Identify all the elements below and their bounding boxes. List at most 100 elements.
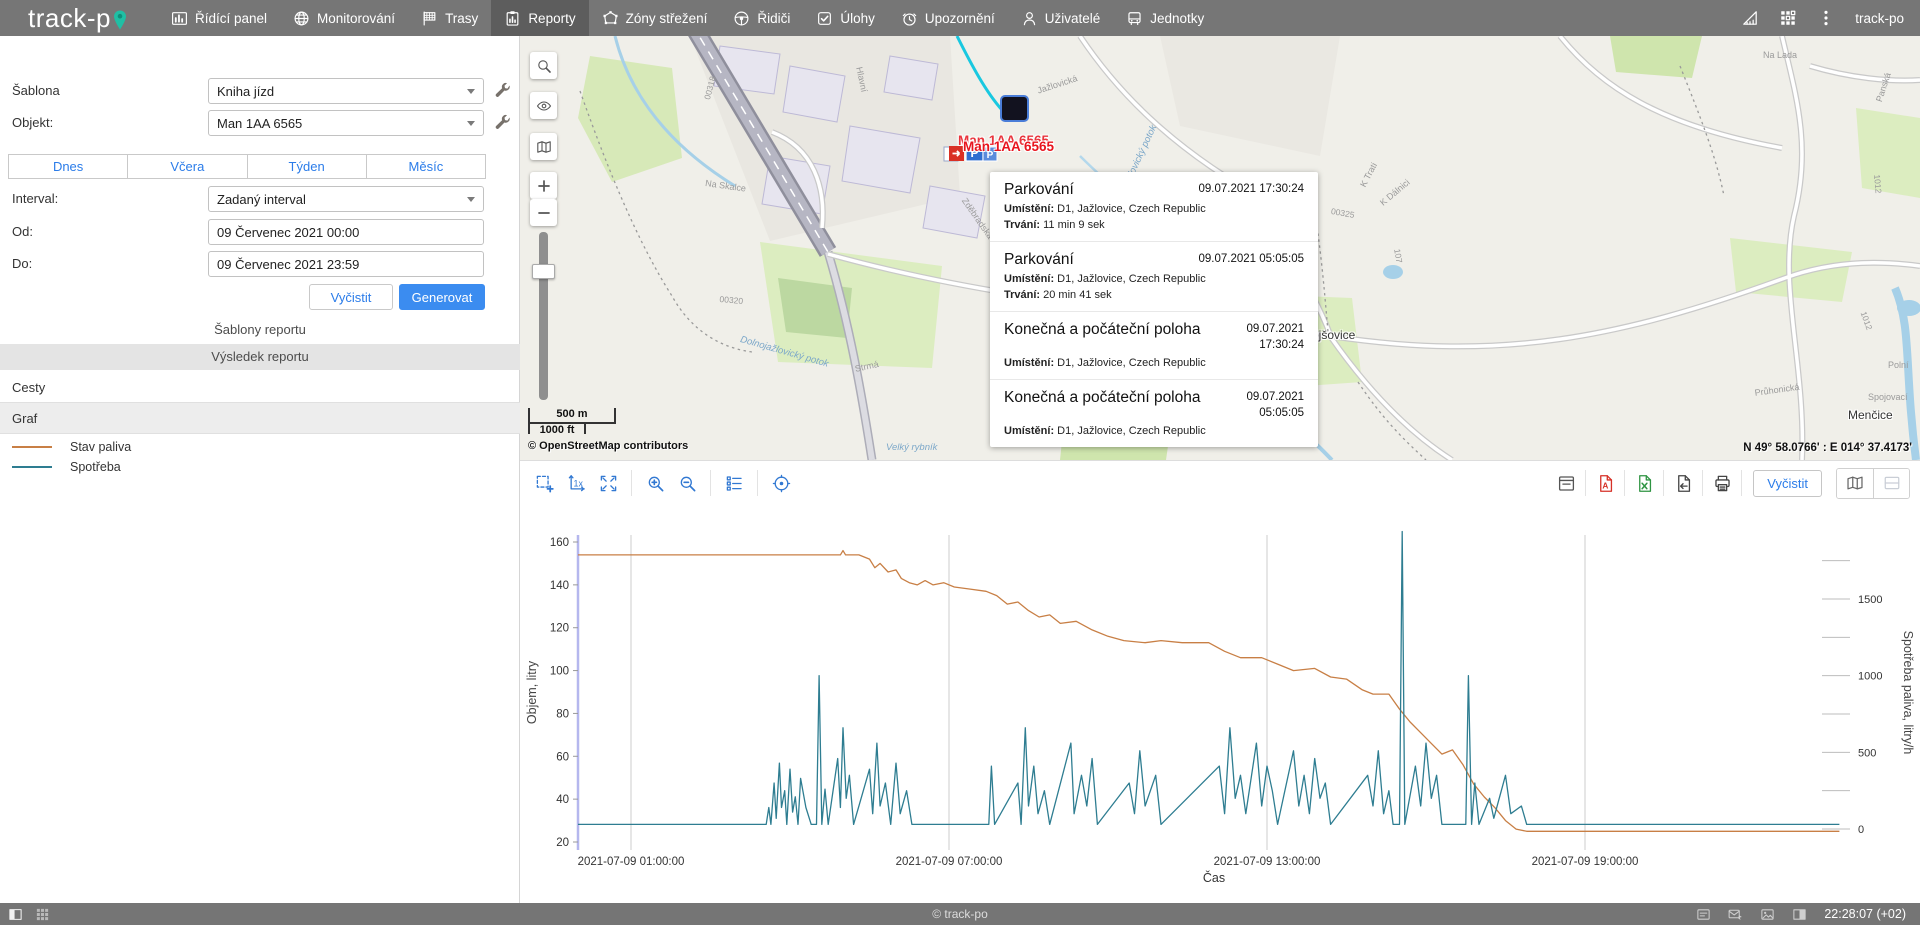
menu-item-label: Řidiči bbox=[757, 11, 790, 26]
export-tool-doc-export[interactable] bbox=[1669, 469, 1697, 497]
menu-item-label: Monitorování bbox=[317, 11, 395, 26]
menu-item-dashboard[interactable]: Řídící panel bbox=[158, 0, 280, 36]
legend-item-fuel-level[interactable]: Stav paliva bbox=[12, 440, 131, 454]
osm-attribution[interactable]: © OpenStreetMap contributors bbox=[528, 440, 688, 452]
from-input[interactable]: 09 Červenec 2021 00:00 bbox=[208, 219, 484, 245]
menu-item-reports[interactable]: Reporty bbox=[491, 0, 588, 36]
to-input[interactable]: 09 Červenec 2021 23:59 bbox=[208, 251, 484, 277]
image-icon[interactable] bbox=[1760, 907, 1775, 922]
menu-item-users[interactable]: Uživatelé bbox=[1008, 0, 1114, 36]
legend-item-consumption[interactable]: Spotřeba bbox=[12, 460, 121, 474]
export-tool-table-window[interactable] bbox=[1552, 469, 1580, 497]
box-select-icon bbox=[535, 474, 554, 493]
template-select[interactable]: Kniha jízd bbox=[208, 78, 484, 104]
table-window-icon bbox=[1557, 474, 1576, 493]
chart-tool-box-select[interactable] bbox=[530, 469, 558, 497]
vehicle-label[interactable]: Man 1AA 6565 bbox=[963, 139, 1054, 154]
map-control-search[interactable] bbox=[530, 52, 557, 79]
plus-icon bbox=[536, 178, 552, 194]
template-settings-wrench-icon[interactable] bbox=[494, 82, 512, 100]
svg-text:40: 40 bbox=[556, 794, 569, 806]
event-entry: Konečná a počáteční poloha09.07.2021 05:… bbox=[990, 380, 1318, 447]
menu-item-label: Reporty bbox=[528, 11, 575, 26]
interval-label: Interval: bbox=[12, 191, 58, 206]
excel-export-icon bbox=[1635, 474, 1654, 493]
chart-tool-fit-screen[interactable] bbox=[594, 469, 622, 497]
zoom-slider-track[interactable] bbox=[539, 232, 548, 400]
mail-icon[interactable] bbox=[1728, 907, 1743, 922]
export-tool-excel-export[interactable] bbox=[1630, 469, 1658, 497]
quick-range-2[interactable]: Týden bbox=[247, 154, 367, 179]
view-toggle-group bbox=[1836, 468, 1910, 499]
menu-item-routes[interactable]: Trasy bbox=[408, 0, 491, 36]
kebab-icon[interactable] bbox=[1817, 9, 1835, 27]
units-icon bbox=[1126, 10, 1143, 27]
object-settings-wrench-icon[interactable] bbox=[494, 114, 512, 132]
menu-item-monitoring[interactable]: Monitorování bbox=[280, 0, 408, 36]
chart-clear-button[interactable]: Vyčistit bbox=[1753, 470, 1822, 497]
view-toggle-map-toggle[interactable] bbox=[1837, 469, 1873, 498]
event-title: Konečná a počáteční poloha bbox=[1004, 389, 1201, 407]
export-tool-print[interactable] bbox=[1708, 469, 1736, 497]
separator bbox=[757, 470, 758, 496]
app-logo[interactable]: track-p bbox=[28, 3, 128, 34]
menu-item-alerts[interactable]: Upozornění bbox=[888, 0, 1008, 36]
interval-select[interactable]: Zadaný interval bbox=[208, 186, 484, 212]
svg-text:120: 120 bbox=[550, 623, 569, 635]
account-label[interactable]: track-po bbox=[1855, 11, 1904, 26]
pdf-export-icon: A bbox=[1596, 474, 1615, 493]
chart-tool-reset-view[interactable] bbox=[767, 469, 795, 497]
image-icon bbox=[1760, 907, 1775, 922]
generate-button[interactable]: Generovat bbox=[399, 284, 485, 310]
ruler-icon[interactable] bbox=[1741, 9, 1759, 27]
chevron-down-icon bbox=[467, 197, 475, 202]
menu-item-tasks[interactable]: Úlohy bbox=[803, 0, 888, 36]
tasks-icon bbox=[816, 10, 833, 27]
chart-tool-axes-1x[interactable]: 1x bbox=[562, 469, 590, 497]
doc-export-icon bbox=[1674, 474, 1693, 493]
map-control-plus[interactable] bbox=[530, 172, 557, 199]
section-report-templates[interactable]: Šablony reportu bbox=[0, 322, 520, 337]
separator bbox=[1585, 470, 1586, 496]
map-control-minus[interactable] bbox=[530, 199, 557, 226]
chart-tool-zoom-out[interactable] bbox=[673, 469, 701, 497]
print-icon bbox=[1713, 474, 1732, 493]
event-location: Umístění: D1, Jažlovice, Czech Republic bbox=[1004, 273, 1304, 285]
section-graph[interactable]: Graf bbox=[0, 403, 520, 434]
separator bbox=[1663, 470, 1664, 496]
section-report-result[interactable]: Výsledek reportu bbox=[0, 344, 520, 370]
map-control-fold-map[interactable] bbox=[530, 133, 557, 160]
svg-text:2021-07-09 07:00:00: 2021-07-09 07:00:00 bbox=[896, 856, 1003, 868]
view-toggle-split-view[interactable] bbox=[1873, 469, 1909, 498]
map-scale: 500 m 1000 ft bbox=[528, 408, 616, 434]
quick-range-1[interactable]: Včera bbox=[127, 154, 247, 179]
apps-grid-icon[interactable] bbox=[1779, 9, 1797, 27]
menu-item-units[interactable]: Jednotky bbox=[1113, 0, 1217, 36]
map-view[interactable]: P P Na LadaPanskáHlavníJažlovickáZděbrad… bbox=[520, 36, 1920, 460]
menu-item-drivers[interactable]: Řidiči bbox=[720, 0, 803, 36]
quick-range-0[interactable]: Dnes bbox=[8, 154, 128, 179]
fuel-chart[interactable]: 2021-07-09 01:00:002021-07-09 07:00:0020… bbox=[520, 505, 1920, 902]
section-trips[interactable]: Cesty bbox=[0, 372, 520, 403]
svg-text:80: 80 bbox=[556, 708, 569, 720]
quick-range-3[interactable]: Měsíc bbox=[366, 154, 486, 179]
object-select[interactable]: Man 1AA 6565 bbox=[208, 110, 484, 136]
export-tool-pdf-export[interactable]: A bbox=[1591, 469, 1619, 497]
list-icon[interactable] bbox=[1696, 907, 1711, 922]
map-control-eye[interactable] bbox=[530, 92, 557, 119]
ruler-icon bbox=[1741, 9, 1759, 27]
event-entry: Parkování09.07.2021 05:05:05Umístění: D1… bbox=[990, 242, 1318, 312]
wrench-icon bbox=[494, 114, 512, 132]
zoom-slider-handle[interactable] bbox=[532, 264, 555, 279]
logo-pin-icon bbox=[112, 9, 128, 31]
chevron-down-icon bbox=[467, 89, 475, 94]
zones-icon bbox=[602, 10, 619, 27]
menu-item-zones[interactable]: Zóny střežení bbox=[589, 0, 721, 36]
chart-tool-zoom-in[interactable] bbox=[641, 469, 669, 497]
chart-export-tools: A Vyčistit bbox=[1552, 468, 1910, 499]
chart-tool-series-list[interactable] bbox=[720, 469, 748, 497]
split-panel-icon[interactable] bbox=[1792, 907, 1807, 922]
logo-text: track-p bbox=[28, 3, 111, 34]
clear-button[interactable]: Vyčistit bbox=[309, 284, 393, 310]
to-label: Do: bbox=[12, 256, 32, 271]
